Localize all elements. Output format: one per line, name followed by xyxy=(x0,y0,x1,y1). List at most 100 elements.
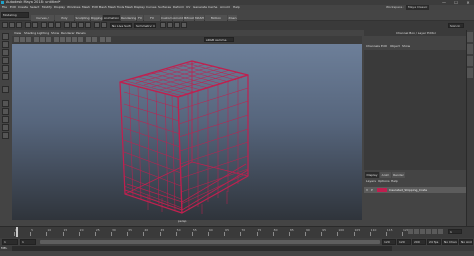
layer-help-menu[interactable]: Help xyxy=(391,179,398,184)
graph-editor-layout-icon[interactable] xyxy=(2,132,9,139)
layer-options-menu[interactable]: Options xyxy=(378,179,390,184)
channel-object-menu[interactable]: Object xyxy=(390,44,400,49)
channels-menu[interactable]: Channels xyxy=(366,44,380,49)
layer-tab-display[interactable]: Display xyxy=(365,172,379,178)
layer-tab-render[interactable]: Render xyxy=(392,172,405,178)
layer-playback-toggle[interactable]: P xyxy=(371,188,373,192)
playback-end-field[interactable]: 120 xyxy=(382,239,396,245)
timeline-tick xyxy=(402,232,403,236)
render-frame-icon[interactable] xyxy=(160,22,166,28)
max-time-field[interactable]: 200 xyxy=(412,239,426,245)
timeline-tick-label: 20 xyxy=(79,228,84,232)
anim-layer-dropdown[interactable]: No Anim Layer xyxy=(459,239,473,245)
four-pane-layout-icon[interactable] xyxy=(2,108,9,115)
xray-icon[interactable] xyxy=(92,37,97,42)
select-hierarchy-icon[interactable] xyxy=(41,22,47,28)
layer-visibility-toggle[interactable]: V xyxy=(366,188,368,192)
side-by-side-layout-icon[interactable] xyxy=(2,116,9,123)
channel-box-body xyxy=(364,50,474,170)
live-surface-field[interactable]: No Live Surface xyxy=(110,23,132,28)
timeline-tick-label: 75 xyxy=(257,228,262,232)
timeline-tick xyxy=(321,232,323,236)
channel-show-menu[interactable]: Show xyxy=(402,44,410,49)
ambient-occlusion-icon[interactable] xyxy=(100,37,105,42)
textured-icon[interactable] xyxy=(66,37,71,42)
lasso-tool-icon[interactable] xyxy=(2,41,9,48)
color-management-field[interactable]: sRGB gamma xyxy=(204,37,234,42)
end-time-field[interactable]: 120 xyxy=(397,239,411,245)
side-tab-attribute-editor[interactable] xyxy=(467,44,473,54)
undo-icon[interactable] xyxy=(25,22,31,28)
redo-icon[interactable] xyxy=(32,22,38,28)
character-set-dropdown[interactable]: No Character Set xyxy=(442,239,458,245)
layer-color-swatch[interactable] xyxy=(377,188,387,192)
timeline-tick xyxy=(369,232,371,236)
ipr-render-icon[interactable] xyxy=(167,22,173,28)
isolate-select-icon[interactable] xyxy=(86,37,91,42)
move-tool-icon[interactable] xyxy=(2,57,9,64)
history-icon[interactable] xyxy=(94,22,100,28)
outliner-layout-icon[interactable] xyxy=(2,124,9,131)
layers-menu[interactable]: Layers xyxy=(366,179,376,184)
snap-point-icon[interactable] xyxy=(78,22,84,28)
fps-dropdown[interactable]: 24 fps xyxy=(427,239,441,245)
bookmark-icon[interactable] xyxy=(26,37,31,42)
step-forward-icon[interactable] xyxy=(432,229,437,234)
new-scene-icon[interactable] xyxy=(2,22,8,28)
play-forward-icon[interactable] xyxy=(426,229,431,234)
start-time-field[interactable]: 1 xyxy=(2,239,18,245)
snap-grid-icon[interactable] xyxy=(64,22,70,28)
current-time-marker[interactable] xyxy=(16,227,18,237)
range-slider[interactable] xyxy=(40,240,380,244)
snap-curve-icon[interactable] xyxy=(71,22,77,28)
shadows-icon[interactable] xyxy=(78,37,83,42)
select-camera-icon[interactable] xyxy=(14,37,19,42)
lights-icon[interactable] xyxy=(72,37,77,42)
select-object-icon[interactable] xyxy=(48,22,54,28)
last-tool-icon[interactable] xyxy=(2,86,9,93)
save-scene-icon[interactable] xyxy=(16,22,22,28)
channel-edit-menu[interactable]: Edit xyxy=(381,44,387,49)
perspective-viewport[interactable] xyxy=(12,44,362,220)
construction-history-icon[interactable] xyxy=(101,22,107,28)
grid-toggle-icon[interactable] xyxy=(34,37,39,42)
timeline-tick-label: 95 xyxy=(322,228,326,232)
step-back-icon[interactable] xyxy=(414,229,419,234)
play-backward-icon[interactable] xyxy=(420,229,425,234)
resolution-gate-icon[interactable] xyxy=(46,37,51,42)
camera-label: persp xyxy=(178,219,187,223)
select-tool-icon[interactable] xyxy=(2,33,9,40)
timeline-tick xyxy=(385,232,387,236)
scale-tool-icon[interactable] xyxy=(2,73,9,80)
side-tab-tool-settings[interactable] xyxy=(467,56,473,66)
wireframe-icon[interactable] xyxy=(54,37,59,42)
layer-name[interactable]: Insulated_Shipping_Crate xyxy=(389,187,427,193)
rotate-tool-icon[interactable] xyxy=(2,65,9,72)
render-settings-icon[interactable] xyxy=(174,22,180,28)
camera-attributes-icon[interactable] xyxy=(20,37,25,42)
sign-in-button[interactable]: Sign In xyxy=(448,23,464,28)
current-frame-field[interactable]: 1 xyxy=(448,229,462,234)
motion-blur-icon[interactable] xyxy=(106,37,111,42)
single-pane-layout-icon[interactable] xyxy=(2,100,9,107)
menu-set-dropdown[interactable]: Modeling xyxy=(1,12,29,18)
side-tab-modeling-toolkit[interactable] xyxy=(467,68,473,78)
hypershade-icon[interactable] xyxy=(181,22,187,28)
timeline-tick-label: 10 xyxy=(47,228,52,232)
timeline-tick xyxy=(208,232,209,236)
go-to-start-icon[interactable] xyxy=(408,229,413,234)
snap-view-icon[interactable] xyxy=(85,22,91,28)
open-scene-icon[interactable] xyxy=(9,22,15,28)
smooth-shade-icon[interactable] xyxy=(60,37,65,42)
film-gate-icon[interactable] xyxy=(40,37,45,42)
symmetry-dropdown[interactable]: Symmetry: Off xyxy=(134,23,156,28)
timeline-tick-label: 80 xyxy=(273,228,278,232)
side-tab-channel-box[interactable] xyxy=(467,32,473,42)
go-to-end-icon[interactable] xyxy=(438,229,443,234)
select-component-icon[interactable] xyxy=(55,22,61,28)
timeline-tick-label: 55 xyxy=(192,228,197,232)
playback-start-field[interactable]: 1 xyxy=(20,239,36,245)
layer-tab-anim[interactable]: Anim xyxy=(380,172,391,178)
paint-select-icon[interactable] xyxy=(2,49,9,56)
timeline-tick xyxy=(337,232,339,236)
